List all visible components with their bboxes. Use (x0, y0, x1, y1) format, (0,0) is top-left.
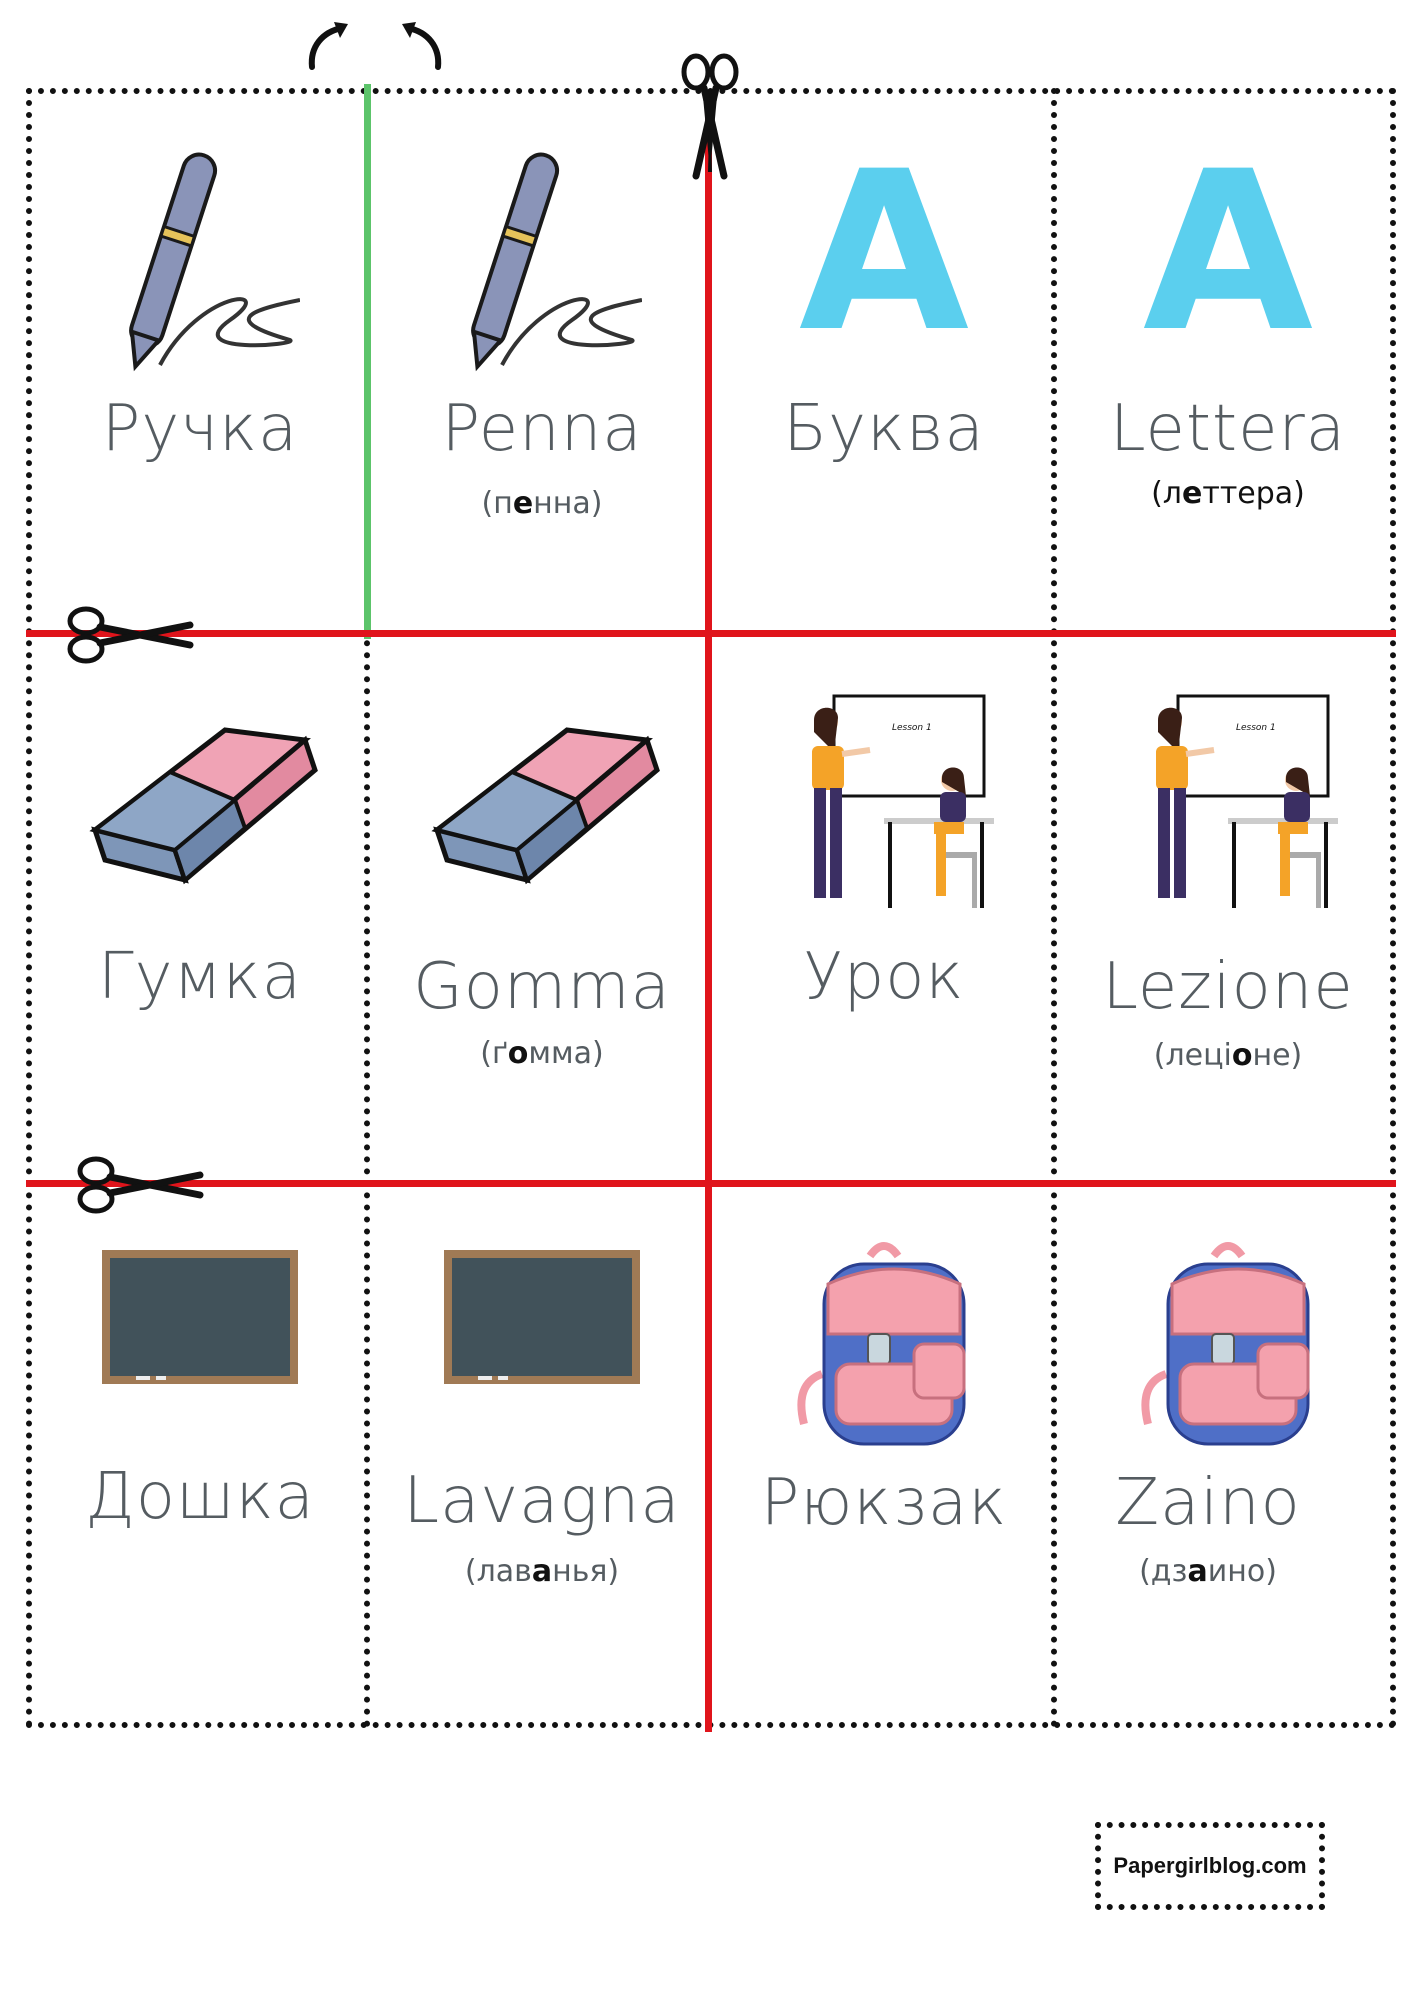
blackboard-icon (102, 1250, 298, 1384)
card-word: Ручка (101, 392, 299, 466)
fold-arrows-icon (308, 22, 442, 70)
flashcard: Zaino (дзаино) (1058, 1190, 1398, 1735)
card-word: Lezione (1102, 950, 1354, 1024)
card-word: Lavagna (403, 1464, 681, 1538)
letter-a-icon: A (1142, 124, 1314, 380)
flashcard: Lesson 1 Lezione (леціоне) (1058, 640, 1398, 1185)
card-word: Penna (441, 392, 643, 466)
card-word: Урок (803, 940, 965, 1014)
card-word: Гумка (97, 940, 303, 1014)
pen-icon (471, 152, 642, 372)
lesson-board-text: Lesson 1 (1236, 723, 1276, 733)
letter-a-icon: A (798, 124, 970, 380)
card-pronunciation: (дзаино) (1139, 1554, 1277, 1589)
flashcard: Lesson 1 Урок (714, 640, 1054, 1185)
card-word: Дошка (85, 1460, 315, 1534)
flashcard: Gomma (ґомма) (372, 640, 712, 1185)
flashcard: Lavagna (лаванья) (372, 1190, 712, 1735)
card-pronunciation: (ґомма) (480, 1036, 604, 1071)
eraser-icon (89, 727, 318, 885)
lesson-icon: Lesson 1 (1156, 694, 1338, 908)
lesson-board-text: Lesson 1 (892, 723, 932, 733)
card-pronunciation: (лаванья) (464, 1554, 620, 1589)
flashcard: Дошка (30, 1190, 370, 1735)
flashcard: A Буква (714, 92, 1054, 637)
flashcard: Гумка (30, 640, 370, 1185)
card-pronunciation: (леттера) (1151, 476, 1305, 511)
flashcard: Рюкзак (714, 1190, 1054, 1735)
eraser-icon (431, 727, 660, 885)
card-word: Gomma (413, 950, 671, 1024)
card-word: Zaino (1115, 1466, 1301, 1540)
flashcard: Penna (пенна) (372, 92, 712, 637)
card-pronunciation: (леціоне) (1153, 1038, 1303, 1073)
site-logo[interactable]: Papergirlblog.com (1095, 1822, 1325, 1910)
lesson-icon: Lesson 1 (812, 694, 994, 908)
card-pronunciation: (пенна) (481, 486, 603, 521)
pen-icon (129, 152, 300, 372)
card-word: Буква (783, 392, 985, 466)
flashcard: A Lettera (леттера) (1058, 92, 1398, 637)
backpack-icon (797, 1242, 966, 1446)
blackboard-icon (444, 1250, 640, 1384)
flashcard: Ручка (30, 92, 370, 637)
backpack-icon (1141, 1242, 1310, 1446)
card-word: Lettera (1110, 392, 1346, 466)
card-word: Рюкзак (760, 1466, 1008, 1540)
